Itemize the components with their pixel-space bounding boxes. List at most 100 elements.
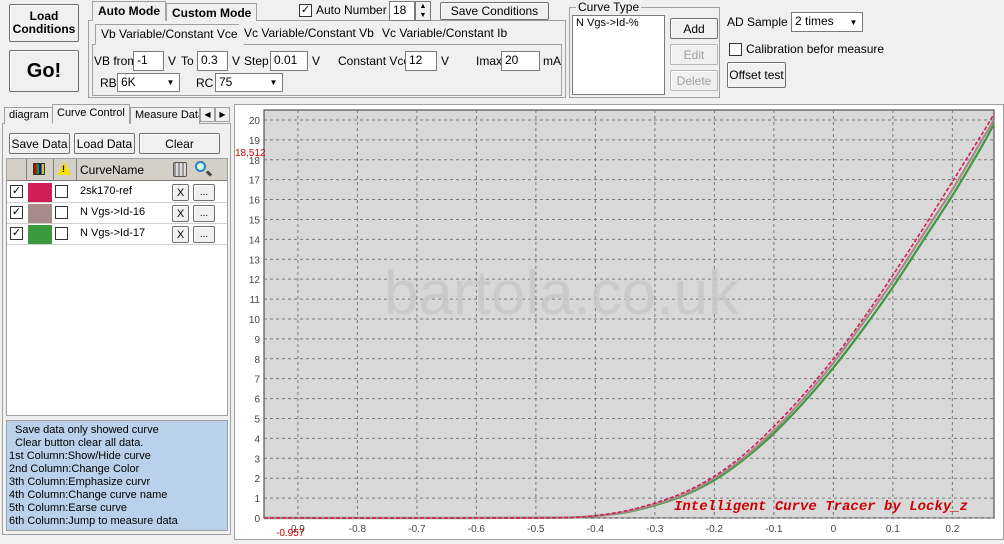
rb-select[interactable]: 6K ▼ xyxy=(117,73,180,92)
help-line: 1st Column:Show/Hide curve xyxy=(9,450,151,462)
edit-curve-type-button[interactable]: Edit xyxy=(670,44,718,65)
credit-text: Intelligent Curve Tracer by Locky_z xyxy=(674,499,968,515)
curve-color-swatch[interactable] xyxy=(28,225,52,244)
curve-name[interactable]: N Vgs->Id-17 xyxy=(80,227,145,239)
ad-sample-label: AD Sample xyxy=(727,15,788,29)
help-line: 4th Column:Change curve name xyxy=(9,489,168,501)
tab-scroll-left-icon[interactable]: ◀ xyxy=(200,107,215,122)
rc-select[interactable]: 75 ▼ xyxy=(215,73,283,92)
curve-row[interactable]: ✓ 2sk170-ref X ... xyxy=(7,182,227,203)
chevron-down-icon: ▼ xyxy=(269,78,278,87)
calibration-checkbox[interactable] xyxy=(729,43,742,56)
y-tick-label: 5 xyxy=(254,414,260,425)
save-conditions-button[interactable]: Save Conditions xyxy=(440,2,549,20)
y-tick-label: 20 xyxy=(249,116,261,127)
y-tick-label: 9 xyxy=(254,335,260,346)
watermark: bartola.co.uk xyxy=(384,259,740,328)
y-tick-label: 1 xyxy=(254,494,260,505)
ad-sample-value: 2 times xyxy=(795,14,834,28)
auto-number-checkbox[interactable]: ✓ xyxy=(299,4,312,17)
curve-type-title: Curve Type xyxy=(576,0,642,14)
cursor-x-readout: -0.957 xyxy=(276,528,305,539)
tab-auto-mode[interactable]: Auto Mode xyxy=(92,1,166,21)
curve-color-swatch[interactable] xyxy=(28,204,52,223)
erase-curve-button[interactable]: X xyxy=(172,205,189,222)
offset-test-button[interactable]: Offset test xyxy=(727,62,786,88)
y-tick-label: 2 xyxy=(254,474,260,485)
y-tick-label: 3 xyxy=(254,454,260,465)
imax-input[interactable]: 20 xyxy=(501,51,540,71)
auto-number-spinner[interactable]: ▲ ▼ xyxy=(415,1,431,21)
erase-curve-button[interactable]: X xyxy=(172,226,189,243)
show-curve-checkbox[interactable]: ✓ xyxy=(10,227,23,240)
iv-chart[interactable]: 012345678910111213141516171819200.9 -0.8-… xyxy=(234,104,1004,540)
imax-label: Imax xyxy=(476,54,503,68)
add-curve-type-button[interactable]: Add xyxy=(670,18,718,39)
jump-to-data-button[interactable]: ... xyxy=(193,205,215,222)
emphasize-curve-checkbox[interactable] xyxy=(55,227,68,240)
x-tick-label: -0.5 xyxy=(527,524,545,535)
curve-name-header: CurveName xyxy=(80,163,145,177)
tab-diagram[interactable]: diagram xyxy=(4,107,54,124)
tab-custom-mode[interactable]: Custom Mode xyxy=(166,3,258,21)
go-button[interactable]: Go! xyxy=(9,50,79,92)
auto-number-input[interactable]: 18 xyxy=(389,1,415,21)
y-tick-label: 16 xyxy=(249,196,261,207)
vb-from-input[interactable]: -1 xyxy=(133,51,164,71)
curve-name[interactable]: N Vgs->Id-16 xyxy=(80,206,145,218)
x-tick-label: 0.2 xyxy=(945,524,959,535)
imax-unit: mA xyxy=(543,54,561,68)
show-column-header xyxy=(7,159,27,181)
step-label: Step xyxy=(244,54,269,68)
erase-curve-button[interactable]: X xyxy=(172,184,189,201)
y-tick-label: 19 xyxy=(249,136,261,147)
constant-vce-unit: V xyxy=(441,54,450,68)
curve-name[interactable]: 2sk170-ref xyxy=(80,185,132,197)
curve-row[interactable]: ✓ N Vgs->Id-17 X ... xyxy=(7,224,227,245)
x-tick-label: -0.4 xyxy=(587,524,605,535)
show-curve-checkbox[interactable]: ✓ xyxy=(10,206,23,219)
help-line: 2nd Column:Change Color xyxy=(9,463,140,475)
magnifier-icon xyxy=(195,161,206,172)
clear-button[interactable]: Clear xyxy=(139,133,220,154)
x-tick-label: 0.1 xyxy=(886,524,900,535)
emphasize-curve-checkbox[interactable] xyxy=(55,185,68,198)
curve-row[interactable]: ✓ N Vgs->Id-16 X ... xyxy=(7,203,227,224)
load-data-button[interactable]: Load Data xyxy=(74,133,135,154)
step-unit: V xyxy=(312,54,321,68)
step-input[interactable]: 0.01 xyxy=(270,51,308,71)
x-tick-label: 0 xyxy=(831,524,837,535)
curve-type-list[interactable]: N Vgs->Id-% xyxy=(572,15,665,95)
chevron-down-icon: ▼ xyxy=(166,78,175,87)
save-data-button[interactable]: Save Data xyxy=(9,133,70,154)
jump-to-data-button[interactable]: ... xyxy=(193,184,215,201)
curve-color-swatch[interactable] xyxy=(28,183,52,202)
y-tick-label: 0 xyxy=(254,514,260,525)
jump-to-data-button[interactable]: ... xyxy=(193,226,215,243)
tab-vc-variable-ib[interactable]: Vc Variable/Constant Ib xyxy=(377,24,513,44)
constant-vce-input[interactable]: 12 xyxy=(405,51,437,71)
rb-select-value: 6K xyxy=(121,75,136,89)
help-line: Save data only showed curve xyxy=(15,424,159,436)
tab-measure-data[interactable]: Measure Data xyxy=(130,107,200,124)
rc-select-value: 75 xyxy=(219,75,233,89)
x-tick-label: -0.2 xyxy=(706,524,724,535)
curve-type-item[interactable]: N Vgs->Id-% xyxy=(573,16,664,30)
show-curve-checkbox[interactable]: ✓ xyxy=(10,185,23,198)
help-line: 3th Column:Emphasize curvr xyxy=(9,476,151,488)
to-input[interactable]: 0.3 xyxy=(197,51,228,71)
rc-label: RC xyxy=(196,76,214,90)
load-conditions-button[interactable]: Load Conditions xyxy=(9,4,79,42)
y-tick-label: 14 xyxy=(249,235,261,246)
tab-scroll-right-icon[interactable]: ▶ xyxy=(215,107,230,122)
auto-number-label: Auto Number xyxy=(316,3,387,17)
emphasize-curve-checkbox[interactable] xyxy=(55,206,68,219)
tab-vb-variable[interactable]: Vb Variable/Constant Vce xyxy=(95,24,244,45)
help-line: 6th Column:Jump to measure data xyxy=(9,515,178,527)
x-tick-label: -0.1 xyxy=(765,524,783,535)
tab-curve-control[interactable]: Curve Control xyxy=(52,104,130,124)
x-tick-label: -0.8 xyxy=(349,524,367,535)
ad-sample-select[interactable]: 2 times ▼ xyxy=(791,12,863,32)
tab-vc-variable-vb[interactable]: Vc Variable/Constant Vb xyxy=(239,24,379,44)
delete-curve-type-button[interactable]: Delete xyxy=(670,70,718,91)
